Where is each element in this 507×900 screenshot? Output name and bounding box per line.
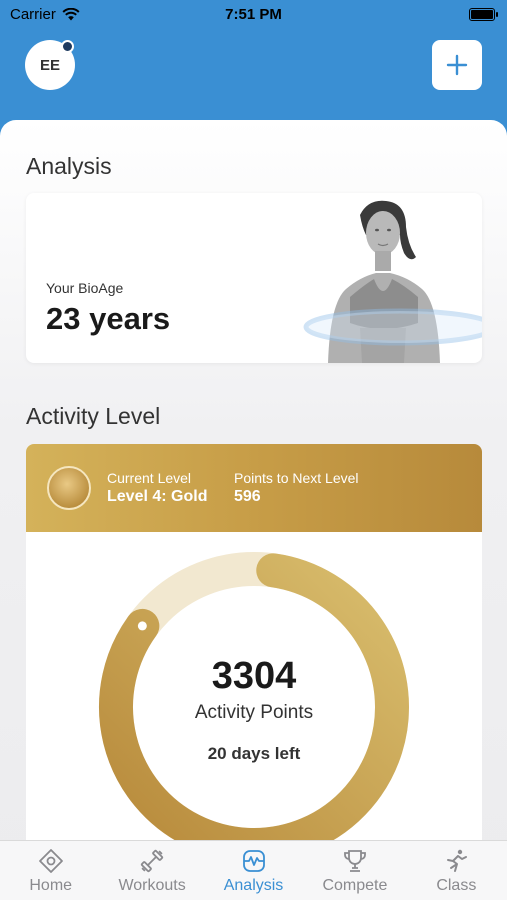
tab-analysis[interactable]: Analysis (203, 841, 304, 900)
dumbbell-icon (141, 849, 164, 873)
tab-label: Compete (322, 877, 388, 894)
plus-icon (446, 54, 468, 76)
athlete-image (303, 200, 482, 363)
tab-home[interactable]: Home (0, 841, 101, 900)
tab-workouts[interactable]: Workouts (101, 841, 202, 900)
home-icon (38, 849, 63, 873)
tab-compete[interactable]: Compete (304, 841, 405, 900)
runner-icon (447, 849, 468, 872)
tab-label: Workouts (118, 877, 186, 894)
activity-card[interactable]: Current Level Level 4: Gold Points to Ne… (26, 444, 482, 900)
activity-points-value: 3304 (211, 655, 297, 697)
analysis-icon (242, 850, 265, 872)
current-level-value: Level 4: Gold (107, 488, 208, 505)
bioage-card[interactable]: Your BioAge 23 years (26, 193, 482, 363)
level-badge-icon (47, 466, 91, 510)
content-sheet: Analysis Your BioAge 23 years Activity L… (0, 120, 507, 900)
tab-label: Home (29, 877, 73, 894)
next-level-caption: Points to Next Level (234, 470, 359, 486)
bioage-label: Your BioAge (46, 280, 124, 296)
days-left: 20 days left (207, 744, 301, 763)
trophy-icon (344, 850, 366, 872)
activity-points-label: Activity Points (194, 702, 314, 723)
progress-end-dot (137, 621, 147, 631)
next-level-value: 596 (234, 488, 261, 505)
status-bar: Carrier 7:51 PM (0, 0, 507, 28)
notification-dot (61, 40, 74, 53)
level-banner: Current Level Level 4: Gold Points to Ne… (26, 444, 482, 532)
add-button[interactable] (432, 40, 482, 90)
tab-class[interactable]: Class (406, 841, 507, 900)
tab-label: Class (436, 877, 477, 894)
tab-bar: Home Workouts Analysis Compete Class (0, 840, 507, 900)
battery-icon (469, 8, 498, 21)
activity-title: Activity Level (26, 403, 161, 429)
analysis-title: Analysis (26, 153, 112, 179)
current-level-caption: Current Level (107, 470, 192, 486)
clock: 7:51 PM (225, 6, 282, 23)
bioage-value: 23 years (46, 301, 171, 336)
tab-label: Analysis (223, 877, 284, 894)
avatar-initials: EE (39, 56, 60, 74)
